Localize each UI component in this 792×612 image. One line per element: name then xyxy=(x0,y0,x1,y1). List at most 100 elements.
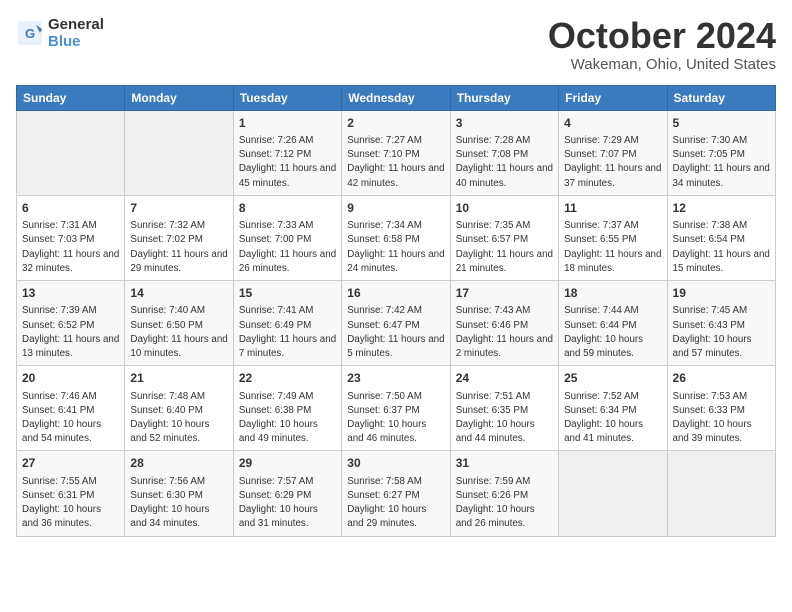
day-number: 9 xyxy=(347,200,444,217)
day-number: 12 xyxy=(673,200,770,217)
weekday-header-thursday: Thursday xyxy=(450,85,558,110)
day-number: 27 xyxy=(22,455,119,472)
day-number: 8 xyxy=(239,200,336,217)
day-info: Sunrise: 7:52 AM Sunset: 6:34 PM Dayligh… xyxy=(564,390,661,447)
day-number: 15 xyxy=(239,285,336,302)
day-info: Sunrise: 7:48 AM Sunset: 6:40 PM Dayligh… xyxy=(130,390,227,447)
calendar-cell: 11 Sunrise: 7:37 AM Sunset: 6:55 PM Dayli… xyxy=(559,195,667,280)
day-info: Sunrise: 7:40 AM Sunset: 6:50 PM Dayligh… xyxy=(130,304,227,361)
day-info: Sunrise: 7:38 AM Sunset: 6:54 PM Dayligh… xyxy=(673,219,770,276)
day-number: 10 xyxy=(456,200,553,217)
calendar-cell: 9 Sunrise: 7:34 AM Sunset: 6:58 PM Daylig… xyxy=(342,195,450,280)
calendar-cell: 21 Sunrise: 7:48 AM Sunset: 6:40 PM Dayli… xyxy=(125,366,233,451)
day-number: 7 xyxy=(130,200,227,217)
logo: G General Blue xyxy=(16,16,104,51)
day-info: Sunrise: 7:34 AM Sunset: 6:58 PM Dayligh… xyxy=(347,219,444,276)
calendar-cell xyxy=(17,110,125,195)
day-info: Sunrise: 7:42 AM Sunset: 6:47 PM Dayligh… xyxy=(347,304,444,361)
calendar-cell: 17 Sunrise: 7:43 AM Sunset: 6:46 PM Dayli… xyxy=(450,281,558,366)
day-info: Sunrise: 7:43 AM Sunset: 6:46 PM Dayligh… xyxy=(456,304,553,361)
day-number: 25 xyxy=(564,370,661,387)
weekday-header-tuesday: Tuesday xyxy=(233,85,341,110)
calendar-week-5: 27 Sunrise: 7:55 AM Sunset: 6:31 PM Dayli… xyxy=(17,451,776,536)
day-number: 14 xyxy=(130,285,227,302)
day-info: Sunrise: 7:58 AM Sunset: 6:27 PM Dayligh… xyxy=(347,475,444,532)
calendar-cell: 27 Sunrise: 7:55 AM Sunset: 6:31 PM Dayli… xyxy=(17,451,125,536)
location: Wakeman, Ohio, United States xyxy=(548,56,776,73)
day-number: 16 xyxy=(347,285,444,302)
calendar-cell: 7 Sunrise: 7:32 AM Sunset: 7:02 PM Daylig… xyxy=(125,195,233,280)
day-info: Sunrise: 7:29 AM Sunset: 7:07 PM Dayligh… xyxy=(564,134,661,191)
calendar-cell: 30 Sunrise: 7:58 AM Sunset: 6:27 PM Dayli… xyxy=(342,451,450,536)
day-number: 4 xyxy=(564,115,661,132)
day-number: 13 xyxy=(22,285,119,302)
calendar-cell: 4 Sunrise: 7:29 AM Sunset: 7:07 PM Daylig… xyxy=(559,110,667,195)
day-info: Sunrise: 7:50 AM Sunset: 6:37 PM Dayligh… xyxy=(347,390,444,447)
day-number: 26 xyxy=(673,370,770,387)
calendar-cell: 28Sunrise: 7:56 AM Sunset: 6:30 PM Dayli… xyxy=(125,451,233,536)
day-number: 20 xyxy=(22,370,119,387)
day-number: 29 xyxy=(239,455,336,472)
calendar-cell: 29 Sunrise: 7:57 AM Sunset: 6:29 PM Dayli… xyxy=(233,451,341,536)
calendar-cell: 2 Sunrise: 7:27 AM Sunset: 7:10 PM Daylig… xyxy=(342,110,450,195)
day-number: 1 xyxy=(239,115,336,132)
day-info: Sunrise: 7:35 AM Sunset: 6:57 PM Dayligh… xyxy=(456,219,553,276)
logo-icon: G xyxy=(16,19,44,47)
day-info: Sunrise: 7:37 AM Sunset: 6:55 PM Dayligh… xyxy=(564,219,661,276)
day-info: Sunrise: 7:39 AM Sunset: 6:52 PM Dayligh… xyxy=(22,304,119,361)
calendar-cell: 8 Sunrise: 7:33 AM Sunset: 7:00 PM Daylig… xyxy=(233,195,341,280)
day-number: 3 xyxy=(456,115,553,132)
calendar-cell: 24 Sunrise: 7:51 AM Sunset: 6:35 PM Dayli… xyxy=(450,366,558,451)
day-info: Sunrise: 7:59 AM Sunset: 6:26 PM Dayligh… xyxy=(456,475,553,532)
calendar-cell xyxy=(667,451,775,536)
calendar-cell: 1Sunrise: 7:26 AM Sunset: 7:12 PM Daylig… xyxy=(233,110,341,195)
day-info: Sunrise: 7:51 AM Sunset: 6:35 PM Dayligh… xyxy=(456,390,553,447)
calendar-cell: 22Sunrise: 7:49 AM Sunset: 6:38 PM Dayli… xyxy=(233,366,341,451)
weekday-header-wednesday: Wednesday xyxy=(342,85,450,110)
day-info: Sunrise: 7:55 AM Sunset: 6:31 PM Dayligh… xyxy=(22,475,119,532)
calendar-week-1: 1Sunrise: 7:26 AM Sunset: 7:12 PM Daylig… xyxy=(17,110,776,195)
calendar-cell xyxy=(125,110,233,195)
day-number: 17 xyxy=(456,285,553,302)
weekday-header-sunday: Sunday xyxy=(17,85,125,110)
calendar-cell: 20 Sunrise: 7:46 AM Sunset: 6:41 PM Dayli… xyxy=(17,366,125,451)
day-info: Sunrise: 7:33 AM Sunset: 7:00 PM Dayligh… xyxy=(239,219,336,276)
day-info: Sunrise: 7:44 AM Sunset: 6:44 PM Dayligh… xyxy=(564,304,661,361)
day-number: 11 xyxy=(564,200,661,217)
day-number: 24 xyxy=(456,370,553,387)
calendar-cell: 13 Sunrise: 7:39 AM Sunset: 6:52 PM Dayli… xyxy=(17,281,125,366)
day-number: 23 xyxy=(347,370,444,387)
weekday-header-friday: Friday xyxy=(559,85,667,110)
calendar-cell: 25 Sunrise: 7:52 AM Sunset: 6:34 PM Dayli… xyxy=(559,366,667,451)
calendar-cell: 16 Sunrise: 7:42 AM Sunset: 6:47 PM Dayli… xyxy=(342,281,450,366)
day-number: 5 xyxy=(673,115,770,132)
day-info: Sunrise: 7:32 AM Sunset: 7:02 PM Dayligh… xyxy=(130,219,227,276)
calendar-cell: 12 Sunrise: 7:38 AM Sunset: 6:54 PM Dayli… xyxy=(667,195,775,280)
calendar-cell xyxy=(559,451,667,536)
day-number: 19 xyxy=(673,285,770,302)
day-number: 18 xyxy=(564,285,661,302)
calendar-cell: 31 Sunrise: 7:59 AM Sunset: 6:26 PM Dayli… xyxy=(450,451,558,536)
page-header: G General Blue October 2024 Wakeman, Ohi… xyxy=(16,16,776,73)
calendar-cell: 3Sunrise: 7:28 AM Sunset: 7:08 PM Daylig… xyxy=(450,110,558,195)
day-info: Sunrise: 7:27 AM Sunset: 7:10 PM Dayligh… xyxy=(347,134,444,191)
calendar-cell: 19 Sunrise: 7:45 AM Sunset: 6:43 PM Dayli… xyxy=(667,281,775,366)
weekday-header-saturday: Saturday xyxy=(667,85,775,110)
calendar-cell: 23 Sunrise: 7:50 AM Sunset: 6:37 PM Dayli… xyxy=(342,366,450,451)
calendar-cell: 10 Sunrise: 7:35 AM Sunset: 6:57 PM Dayli… xyxy=(450,195,558,280)
day-number: 2 xyxy=(347,115,444,132)
calendar-cell: 18 Sunrise: 7:44 AM Sunset: 6:44 PM Dayli… xyxy=(559,281,667,366)
calendar-cell: 15Sunrise: 7:41 AM Sunset: 6:49 PM Dayli… xyxy=(233,281,341,366)
calendar-cell: 5 Sunrise: 7:30 AM Sunset: 7:05 PM Daylig… xyxy=(667,110,775,195)
calendar-cell: 6Sunrise: 7:31 AM Sunset: 7:03 PM Daylig… xyxy=(17,195,125,280)
day-number: 28 xyxy=(130,455,227,472)
day-info: Sunrise: 7:46 AM Sunset: 6:41 PM Dayligh… xyxy=(22,390,119,447)
day-info: Sunrise: 7:57 AM Sunset: 6:29 PM Dayligh… xyxy=(239,475,336,532)
logo-text: General Blue xyxy=(48,16,104,51)
day-info: Sunrise: 7:53 AM Sunset: 6:33 PM Dayligh… xyxy=(673,390,770,447)
day-number: 21 xyxy=(130,370,227,387)
day-number: 31 xyxy=(456,455,553,472)
day-info: Sunrise: 7:30 AM Sunset: 7:05 PM Dayligh… xyxy=(673,134,770,191)
day-info: Sunrise: 7:45 AM Sunset: 6:43 PM Dayligh… xyxy=(673,304,770,361)
day-number: 30 xyxy=(347,455,444,472)
